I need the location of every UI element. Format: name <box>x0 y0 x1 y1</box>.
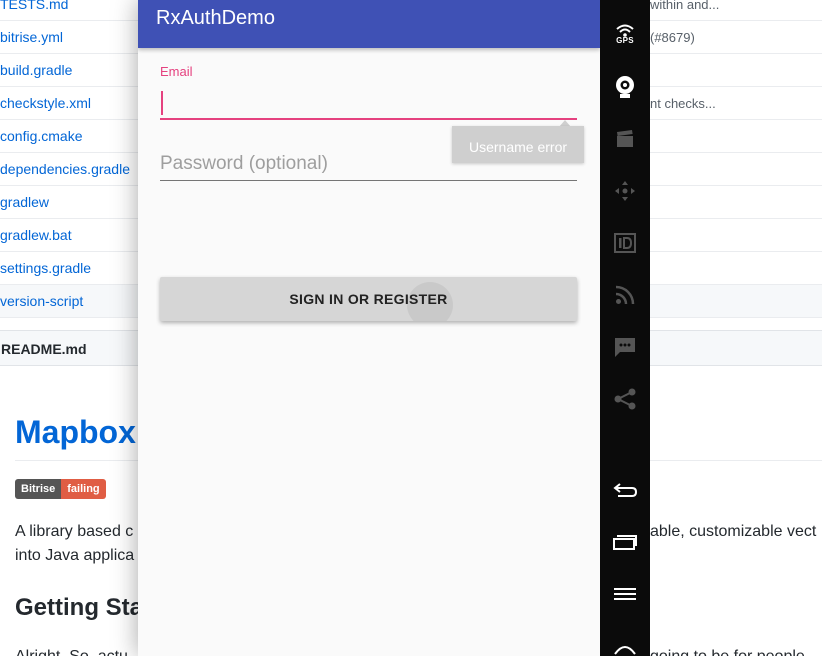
file-link[interactable]: build.gradle <box>0 54 72 87</box>
email-field[interactable] <box>160 86 577 120</box>
readme-paragraph-line: able, customizable vect <box>650 523 817 540</box>
sms-icon[interactable] <box>600 331 650 363</box>
commit-message[interactable]: within and... <box>650 0 719 21</box>
emulator-toolbar: GPS <box>600 0 650 656</box>
readme-title: Mapbox <box>15 414 136 450</box>
home-icon[interactable] <box>600 632 650 656</box>
clapperboard-icon[interactable] <box>600 123 650 155</box>
app-title: RxAuthDemo <box>156 7 275 29</box>
readme-paragraph-line: Alright. So, actu <box>15 645 128 656</box>
file-link[interactable]: version-script <box>0 285 83 318</box>
badge-label: Bitrise <box>15 479 62 499</box>
emulator-screen: RxAuthDemo Email Username error SIGN IN … <box>138 0 600 656</box>
file-link[interactable]: checkstyle.xml <box>0 87 91 120</box>
badge-status: failing <box>61 479 106 499</box>
commit-message[interactable]: nt checks... <box>650 87 716 120</box>
recents-icon[interactable] <box>600 526 650 558</box>
password-field[interactable] <box>160 148 577 181</box>
id-icon[interactable] <box>600 227 650 259</box>
build-status-badge[interactable]: Bitrise failing <box>15 479 106 499</box>
file-link[interactable]: TESTS.md <box>0 0 68 21</box>
readme-paragraph-line: going to be for people <box>650 645 805 656</box>
app-bar: RxAuthDemo <box>138 0 600 48</box>
camera-icon[interactable] <box>600 71 650 103</box>
readme-paragraph-line: into Java applica <box>15 547 135 564</box>
menu-icon[interactable] <box>600 578 650 610</box>
back-icon[interactable] <box>600 474 650 506</box>
share-icon[interactable] <box>600 383 650 415</box>
text-cursor <box>161 91 163 115</box>
file-link[interactable]: bitrise.yml <box>0 21 63 54</box>
readme-section-title: Getting Sta <box>15 594 144 621</box>
sign-in-button-label: SIGN IN OR REGISTER <box>289 291 448 307</box>
dpad-icon[interactable] <box>600 175 650 207</box>
commit-message[interactable]: (#8679) <box>650 21 695 54</box>
file-link[interactable]: settings.gradle <box>0 252 91 285</box>
readme-header-title[interactable]: README.md <box>1 331 87 367</box>
file-link[interactable]: config.cmake <box>0 120 82 153</box>
gps-label: GPS <box>616 36 634 45</box>
sign-in-or-register-button[interactable]: SIGN IN OR REGISTER <box>160 277 577 321</box>
file-link[interactable]: gradlew <box>0 186 49 219</box>
file-link[interactable]: gradlew.bat <box>0 219 72 252</box>
cast-icon[interactable] <box>600 279 650 311</box>
email-label: Email <box>160 64 193 79</box>
readme-paragraph-line: A library based c <box>15 523 134 540</box>
file-link[interactable]: dependencies.gradle <box>0 153 130 186</box>
